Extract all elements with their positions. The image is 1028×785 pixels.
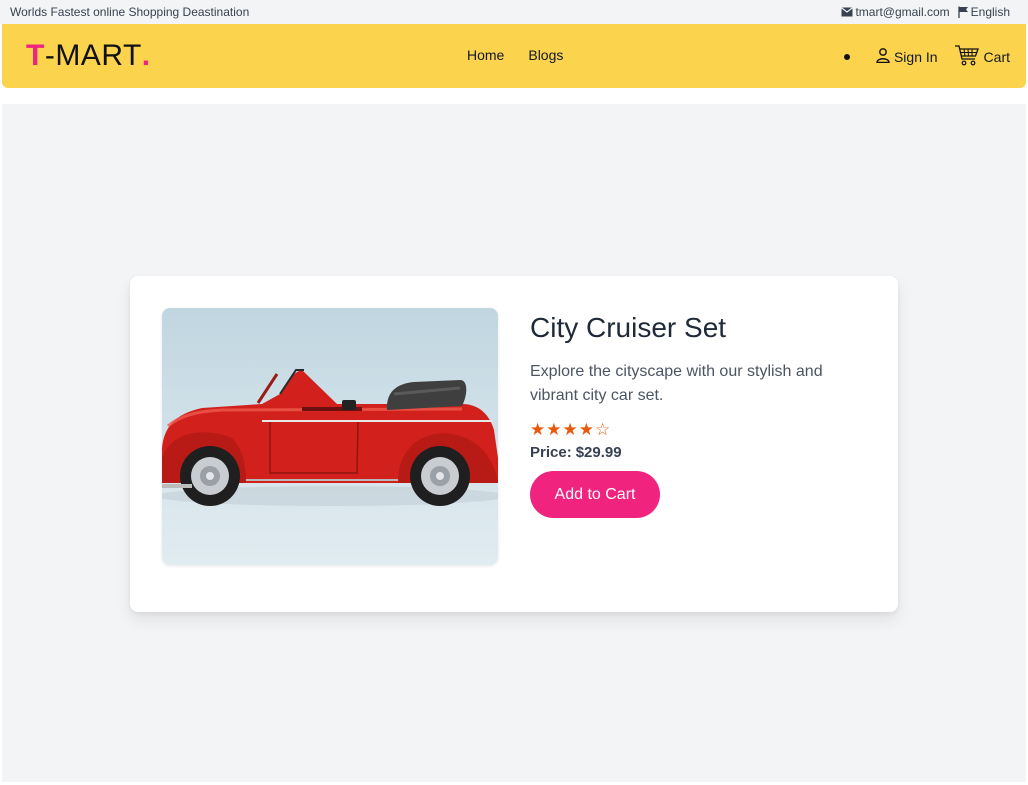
add-to-cart-button[interactable]: Add to Cart — [530, 471, 660, 518]
email-text: tmart@gmail.com — [855, 5, 950, 19]
star-outline-icon: ☆ — [595, 420, 611, 439]
nav-link-home[interactable]: Home — [467, 47, 504, 63]
cart-link[interactable]: Cart — [954, 44, 1010, 69]
user-icon — [876, 47, 890, 66]
front-wheel — [180, 446, 240, 506]
main-navbar: T-MART. Home Blogs Sign In Cart — [2, 24, 1026, 88]
main-content: City Cruiser Set Explore the cityscape w… — [2, 104, 1026, 782]
sign-in-link[interactable]: Sign In — [876, 47, 938, 66]
product-info: City Cruiser Set Explore the cityscape w… — [530, 310, 860, 518]
cart-icon — [954, 44, 980, 69]
tagline: Worlds Fastest online Shopping Deastinat… — [10, 5, 250, 19]
sign-in-label: Sign In — [893, 48, 938, 65]
envelope-icon — [841, 7, 854, 17]
product-price: Price: $29.99 — [530, 444, 860, 461]
flag-icon — [957, 6, 969, 18]
logo-dot: . — [141, 39, 151, 72]
star-icon: ★ — [578, 420, 594, 439]
cart-label: Cart — [983, 48, 1010, 65]
product-image — [162, 308, 498, 565]
nav-right: Sign In Cart — [843, 44, 1010, 69]
product-description: Explore the cityscape with our stylish a… — [530, 363, 823, 404]
dot-indicator — [843, 53, 850, 60]
email-contact[interactable]: tmart@gmail.com — [841, 5, 950, 19]
product-card: City Cruiser Set Explore the cityscape w… — [130, 276, 898, 612]
top-info-right: tmart@gmail.com English — [841, 5, 1010, 19]
logo-letter-t: T — [26, 39, 45, 72]
star-icon: ★ — [546, 420, 562, 439]
rear-wheel — [410, 446, 470, 506]
price-label: Price: — [530, 444, 572, 461]
nav-link-blogs[interactable]: Blogs — [528, 47, 563, 63]
language-text: English — [970, 5, 1010, 19]
star-icon: ★ — [562, 420, 578, 439]
price-value: $29.99 — [575, 444, 622, 461]
red-car-illustration — [162, 369, 498, 506]
product-title: City Cruiser Set — [530, 312, 727, 343]
star-icon: ★ — [530, 420, 546, 439]
logo-text: -MART — [44, 39, 142, 72]
nav-links: Home Blogs — [467, 47, 563, 63]
top-info-bar: Worlds Fastest online Shopping Deastinat… — [0, 0, 1028, 24]
language-selector[interactable]: English — [957, 5, 1010, 19]
star-rating: ★ ★ ★ ★ ☆ — [530, 420, 860, 440]
logo[interactable]: T-MART. — [26, 39, 151, 73]
